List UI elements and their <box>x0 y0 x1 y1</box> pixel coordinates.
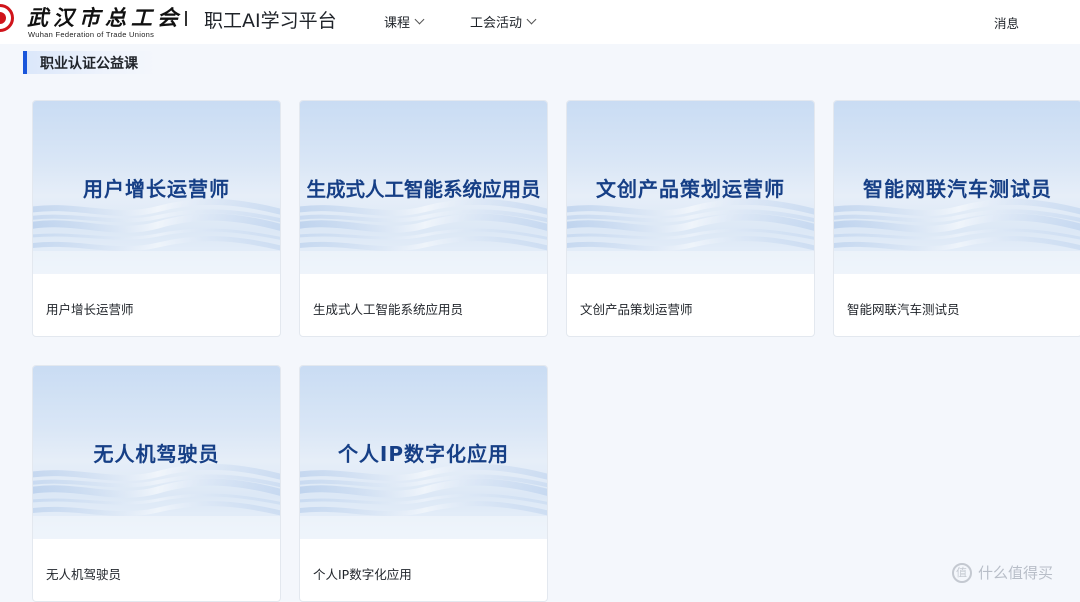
top-header: 武汉市总工会 Wuhan Federation of Trade Unions … <box>0 0 1080 44</box>
course-title: 用户增长运营师 <box>46 302 134 317</box>
course-cover-title: 个人IP数字化应用 <box>337 442 510 466</box>
course-card-genai-system[interactable]: 生成式人工智能系统应用员 生成式人工智能系统应用员 <box>299 100 548 337</box>
cover-bottom-glow <box>567 251 814 274</box>
course-cover-title: 生成式人工智能系统应用员 <box>306 178 541 201</box>
union-emblem-icon[interactable] <box>0 4 14 32</box>
cover-bottom-glow <box>33 516 280 539</box>
course-title: 生成式人工智能系统应用员 <box>313 302 464 317</box>
chevron-down-icon <box>414 14 425 25</box>
nav-courses-label: 课程 <box>384 16 411 31</box>
course-cover-image: 智能网联汽车测试员 <box>834 101 1080 274</box>
course-cover-title: 文创产品策划运营师 <box>596 177 785 201</box>
nav-union-activities[interactable]: 工会活动 <box>470 12 537 31</box>
course-card-personal-ip[interactable]: 个人IP数字化应用 个人IP数字化应用 <box>299 365 548 602</box>
course-title: 智能网联汽车测试员 <box>847 302 960 317</box>
watermark: 什么值得买 <box>952 562 1053 583</box>
course-cover-image: 无人机驾驶员 <box>33 366 280 539</box>
course-cover-image: 生成式人工智能系统应用员 <box>300 101 547 274</box>
course-card-drone-pilot[interactable]: 无人机驾驶员 无人机驾驶员 <box>32 365 281 602</box>
course-cover-image: 文创产品策划运营师 <box>567 101 814 274</box>
wave-line <box>834 236 1080 252</box>
cover-bottom-glow <box>300 251 547 274</box>
course-cover-title: 用户增长运营师 <box>83 177 230 201</box>
logo-subtitle: Wuhan Federation of Trade Unions <box>28 30 155 39</box>
cover-bottom-glow <box>300 516 547 539</box>
course-card-user-growth[interactable]: 用户增长运营师 用户增长运营师 <box>32 100 281 337</box>
cover-bottom-glow <box>33 251 280 274</box>
section-title: 职业认证公益课 <box>40 55 138 72</box>
logo-text[interactable]: 武汉市总工会 <box>27 2 183 32</box>
platform-title: 职工AI学习平台 <box>204 10 337 32</box>
wave-line <box>33 236 280 252</box>
wave-line <box>300 501 547 517</box>
smzdm-logo-icon <box>952 562 972 583</box>
cover-bottom-glow <box>834 251 1080 274</box>
nav-union-activities-label: 工会活动 <box>470 16 523 31</box>
course-title: 文创产品策划运营师 <box>580 302 693 317</box>
course-title: 个人IP数字化应用 <box>313 567 412 582</box>
wave-line <box>33 501 280 517</box>
messages-link[interactable]: 消息 <box>994 13 1019 32</box>
header-divider <box>185 11 187 26</box>
wave-line <box>567 236 814 252</box>
nav-courses[interactable]: 课程 <box>384 12 425 31</box>
course-cover-title: 智能网联汽车测试员 <box>863 177 1052 201</box>
course-cover-image: 个人IP数字化应用 <box>300 366 547 539</box>
course-cover-image: 用户增长运营师 <box>33 101 280 274</box>
course-cover-title: 无人机驾驶员 <box>93 442 220 466</box>
section-header: 职业认证公益课 <box>23 51 157 74</box>
course-title: 无人机驾驶员 <box>46 567 122 582</box>
chevron-down-icon <box>526 14 537 25</box>
course-card-cultural-product[interactable]: 文创产品策划运营师 文创产品策划运营师 <box>566 100 815 337</box>
watermark-text: 什么值得买 <box>978 564 1054 582</box>
wave-line <box>300 236 547 252</box>
course-card-connected-vehicle[interactable]: 智能网联汽车测试员 智能网联汽车测试员 <box>833 100 1080 337</box>
